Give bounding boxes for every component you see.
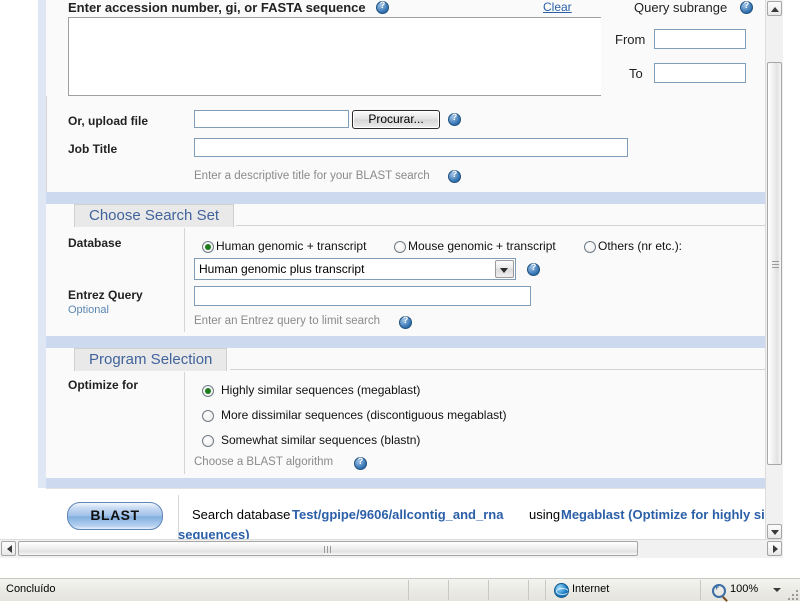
job-title-hint: Enter a descriptive title for your BLAST… — [194, 170, 430, 182]
database-option-human-label[interactable]: Human genomic + transcript — [216, 239, 366, 253]
section-band-1 — [46, 192, 783, 204]
optimize-option-discontiguous-label[interactable]: More dissimilar sequences (discontiguous… — [221, 408, 506, 422]
blast-form-page: Enter accession number, gi, or FASTA seq… — [0, 0, 783, 558]
subrange-to-label: To — [629, 66, 643, 81]
entrez-query-optional-label: Optional — [68, 304, 109, 316]
search-database-prefix: Search database — [192, 507, 291, 522]
optimize-radio-megablast[interactable] — [202, 385, 214, 397]
scroll-right-arrow-icon[interactable] — [767, 541, 782, 556]
status-cell-1 — [408, 580, 410, 600]
query-subrange-title: Query subrange — [634, 0, 728, 15]
horizontal-scroll-thumb[interactable] — [18, 541, 638, 556]
globe-icon — [554, 583, 569, 598]
magnifier-icon[interactable] — [712, 582, 726, 598]
job-title-help-icon[interactable] — [448, 168, 461, 185]
subrange-from-input[interactable] — [654, 29, 746, 49]
program-selection-help-icon[interactable] — [354, 455, 367, 472]
search-database-name: Test/gpipe/9606/allcontig_and_rna — [292, 507, 504, 522]
scroll-left-arrow-icon[interactable] — [1, 541, 16, 556]
security-zone-label[interactable]: Internet — [572, 583, 609, 595]
database-radio-others[interactable] — [584, 241, 596, 253]
zoom-caret-down-icon[interactable] — [773, 588, 781, 592]
program-label-divider — [184, 372, 185, 474]
choose-search-set-legend: Choose Search Set — [74, 204, 235, 227]
page-horizontal-scrollbar[interactable] — [0, 539, 783, 558]
status-cell-5 — [545, 580, 547, 600]
form-left-gutter — [38, 0, 46, 488]
database-select[interactable]: Human genomic plus transcript — [194, 258, 516, 280]
query-sequence-label: Enter accession number, gi, or FASTA seq… — [68, 0, 366, 15]
program-selection-rule — [230, 369, 776, 370]
entrez-query-label: Entrez Query — [68, 288, 143, 302]
zoom-level-label[interactable]: 100% — [730, 583, 758, 595]
using-text: using — [529, 507, 561, 522]
job-title-label: Job Title — [68, 142, 118, 156]
resize-grip[interactable] — [784, 586, 798, 600]
scroll-down-arrow-icon[interactable] — [767, 524, 782, 539]
section-band-2 — [46, 336, 783, 348]
program-selection-legend: Program Selection — [74, 348, 228, 371]
optimize-radio-blastn[interactable] — [202, 435, 214, 447]
optimize-radio-discontiguous[interactable] — [202, 410, 214, 422]
vertical-scroll-thumb[interactable] — [767, 62, 782, 465]
choose-search-set-rule — [236, 225, 776, 226]
status-bar: Concluído Internet 100% — [0, 578, 800, 601]
status-cell-4 — [528, 580, 530, 600]
browser-viewport: Enter accession number, gi, or FASTA seq… — [0, 0, 800, 578]
database-option-others-label[interactable]: Others (nr etc.): — [598, 239, 682, 253]
upload-file-help-icon[interactable] — [448, 111, 461, 128]
upload-file-label: Or, upload file — [68, 114, 149, 128]
optimize-for-label: Optimize for — [68, 378, 139, 392]
program-name-text: Megablast (Optimize for highly simi — [561, 507, 780, 522]
database-option-mouse-label[interactable]: Mouse genomic + transcript — [408, 239, 556, 253]
subrange-from-label: From — [615, 32, 646, 47]
entrez-query-help-icon[interactable] — [399, 314, 412, 331]
job-title-input[interactable] — [194, 138, 628, 157]
query-help-icon[interactable] — [376, 0, 389, 16]
optimize-option-megablast-label[interactable]: Highly similar sequences (megablast) — [221, 383, 420, 397]
status-text: Concluído — [6, 583, 56, 595]
choose-search-set-panel: Choose Search Set Database Human genomic… — [46, 204, 783, 336]
page-vertical-scrollbar[interactable] — [765, 0, 783, 558]
upload-file-input[interactable] — [194, 110, 349, 128]
scroll-up-arrow-icon[interactable] — [767, 1, 782, 16]
database-label: Database — [68, 236, 122, 250]
database-radio-human[interactable] — [202, 241, 214, 253]
optimize-option-blastn-label[interactable]: Somewhat similar sequences (blastn) — [221, 433, 420, 447]
query-subrange-panel: Query subrange From To — [601, 0, 783, 96]
query-sequence-textarea[interactable] — [68, 17, 614, 96]
section-band-3 — [46, 478, 783, 488]
entrez-query-input[interactable] — [194, 286, 531, 306]
query-subrange-help-icon[interactable] — [740, 0, 753, 16]
program-selection-hint: Choose a BLAST algorithm — [194, 456, 334, 468]
status-cell-3 — [488, 580, 490, 600]
program-selection-panel: Program Selection Optimize for Highly si… — [46, 348, 783, 478]
database-select-help-icon[interactable] — [527, 261, 540, 278]
browse-file-button[interactable]: Procurar... — [352, 110, 440, 129]
search-set-label-divider — [184, 228, 185, 332]
subrange-to-input[interactable] — [654, 63, 746, 83]
status-cell-2 — [448, 580, 450, 600]
entrez-query-hint: Enter an Entrez query to limit search — [194, 315, 380, 327]
chevron-down-icon[interactable] — [495, 260, 514, 278]
database-select-value: Human genomic plus transcript — [199, 262, 365, 276]
database-radio-mouse[interactable] — [394, 241, 406, 253]
clear-query-link[interactable]: Clear — [543, 0, 572, 14]
blast-submit-button[interactable]: BLAST — [67, 502, 163, 530]
status-cell-6 — [700, 580, 702, 600]
query-label-divider — [46, 96, 47, 192]
